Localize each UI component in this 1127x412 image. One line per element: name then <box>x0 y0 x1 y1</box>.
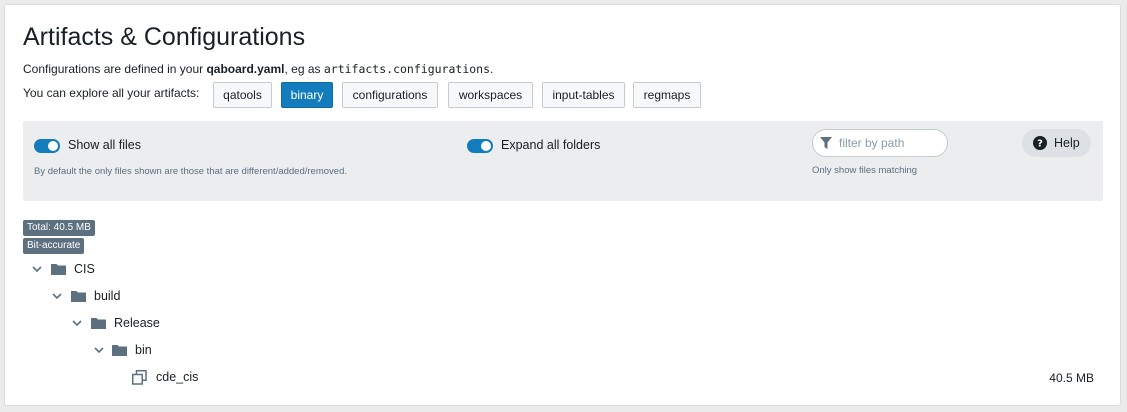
show-all-files-label: Show all files <box>68 138 141 152</box>
desc-file: qaboard.yaml <box>206 62 285 76</box>
tree-node-label: build <box>94 289 121 303</box>
file-size: 40.5 MB <box>1049 371 1094 385</box>
folder-icon <box>112 345 127 356</box>
page-title: Artifacts & Configurations <box>23 23 306 51</box>
show-all-files-hint: By default the only files shown are thos… <box>34 166 347 177</box>
artifact-button-configurations[interactable]: configurations <box>342 82 438 108</box>
filter-hint: Only show files matching <box>812 165 918 176</box>
artifact-button-binary[interactable]: binary <box>281 82 333 108</box>
help-label: Help <box>1054 136 1080 150</box>
show-all-files-switch[interactable] <box>34 139 60 153</box>
desc-mid: , eg as <box>284 62 324 76</box>
chevron-down-icon[interactable] <box>51 290 63 302</box>
artifact-button-workspaces[interactable]: workspaces <box>448 82 533 108</box>
config-description: Configurations are defined in your qaboa… <box>23 62 493 76</box>
tree-node-label: cde_cis <box>156 370 199 384</box>
folder-icon <box>51 264 66 275</box>
explore-label: You can explore all your artifacts: <box>23 86 200 100</box>
chevron-down-icon[interactable] <box>93 344 105 356</box>
folder-icon <box>91 318 106 329</box>
help-button[interactable]: ? Help <box>1022 129 1091 157</box>
tree-node-label: CIS <box>74 262 95 276</box>
desc-prefix: Configurations are defined in your <box>23 62 207 76</box>
desc-code: artifacts.configurations <box>323 62 491 76</box>
help-icon: ? <box>1033 136 1047 150</box>
desc-suffix: . <box>490 62 494 76</box>
expand-all-folders-label: Expand all folders <box>501 138 601 152</box>
filter-by-path-input-wrapper[interactable] <box>812 129 948 157</box>
tree-node-label: Release <box>114 316 160 330</box>
artifact-button-qatools[interactable]: qatools <box>213 82 272 108</box>
folder-icon <box>71 291 86 302</box>
tree-node-label: bin <box>135 343 152 357</box>
filter-icon <box>820 137 832 149</box>
svg-text:?: ? <box>1037 139 1043 150</box>
expand-all-folders-switch[interactable] <box>467 139 493 153</box>
artifact-button-regmaps[interactable]: regmaps <box>633 82 701 108</box>
filter-by-path-input[interactable] <box>839 135 939 151</box>
options-panel: Show all files By default the only files… <box>23 121 1103 201</box>
total-size-tag: Total: 40.5 MB <box>23 220 95 236</box>
artifact-button-input-tables[interactable]: input-tables <box>542 82 625 108</box>
file-duplicate-icon <box>132 370 147 385</box>
bit-accurate-tag: Bit-accurate <box>23 238 85 254</box>
chevron-down-icon[interactable] <box>31 263 43 275</box>
chevron-down-icon[interactable] <box>71 317 83 329</box>
artifacts-card: Artifacts & Configurations Configuration… <box>4 4 1121 406</box>
